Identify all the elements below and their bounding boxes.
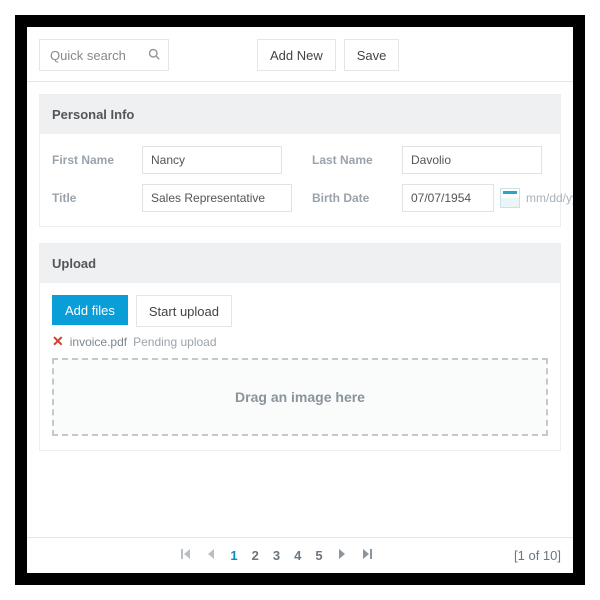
panel-body: First Name Last Name Title Birth Date (40, 134, 560, 226)
first-name-field[interactable] (142, 146, 282, 174)
toolbar: Add New Save (27, 27, 573, 82)
pager: 1 2 3 4 5 [1 of 10] (27, 537, 573, 573)
pager-last-icon[interactable] (361, 548, 373, 563)
file-status: Pending upload (133, 335, 216, 349)
panel-header: Personal Info (40, 95, 560, 134)
remove-file-icon[interactable]: ✕ (52, 333, 64, 350)
title-field[interactable] (142, 184, 292, 212)
search-wrapper (39, 39, 169, 71)
pager-prev-icon[interactable] (206, 548, 216, 563)
start-upload-button[interactable]: Start upload (136, 295, 232, 327)
dropzone-text: Drag an image here (235, 389, 365, 405)
pager-first-icon[interactable] (180, 548, 192, 563)
add-files-button[interactable]: Add files (52, 295, 128, 325)
page-number-5[interactable]: 5 (315, 548, 322, 563)
pager-status: [1 of 10] (514, 548, 561, 563)
file-row: ✕ invoice.pdf Pending upload (52, 333, 548, 350)
page-number-4[interactable]: 4 (294, 548, 301, 563)
panel-body: Add files Start upload ✕ invoice.pdf Pen… (40, 283, 560, 450)
personal-info-panel: Personal Info First Name Last Name Title (39, 94, 561, 227)
date-format-hint: mm/dd/yyyy (526, 191, 573, 205)
first-name-label: First Name (52, 153, 142, 167)
birth-date-field[interactable] (402, 184, 494, 212)
pager-controls: 1 2 3 4 5 (39, 548, 514, 563)
panel-header: Upload (40, 244, 560, 283)
title-label: Title (52, 191, 142, 205)
birth-date-label: Birth Date (312, 191, 402, 205)
content-area: Personal Info First Name Last Name Title (27, 82, 573, 537)
application-window: Add New Save Personal Info First Name La… (15, 15, 585, 585)
page-number-1[interactable]: 1 (230, 548, 237, 563)
page-number-3[interactable]: 3 (273, 548, 280, 563)
calendar-icon[interactable] (500, 188, 520, 208)
page-number-2[interactable]: 2 (252, 548, 259, 563)
upload-panel: Upload Add files Start upload ✕ invoice.… (39, 243, 561, 451)
last-name-field[interactable] (402, 146, 542, 174)
add-new-button[interactable]: Add New (257, 39, 336, 71)
pager-next-icon[interactable] (337, 548, 347, 563)
dropzone[interactable]: Drag an image here (52, 358, 548, 436)
save-button[interactable]: Save (344, 39, 400, 71)
file-name: invoice.pdf (70, 335, 127, 349)
search-icon[interactable] (148, 48, 160, 63)
last-name-label: Last Name (312, 153, 402, 167)
